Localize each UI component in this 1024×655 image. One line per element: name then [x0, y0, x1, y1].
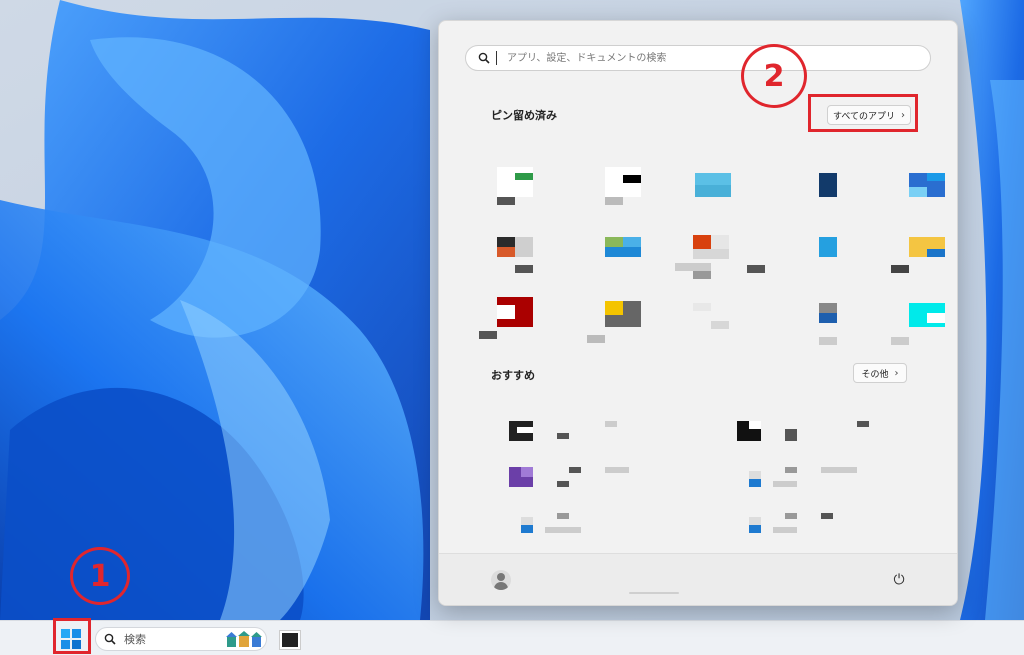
recommended-item[interactable]	[521, 511, 721, 541]
annotation-all-apps-highlight	[808, 94, 918, 132]
search-icon	[104, 633, 116, 645]
drag-handle	[629, 592, 679, 594]
pinned-app[interactable]	[891, 161, 957, 221]
pinned-app[interactable]	[587, 161, 657, 221]
pinned-app[interactable]	[587, 231, 657, 291]
pinned-app[interactable]	[479, 161, 549, 221]
search-icon	[478, 52, 490, 64]
pinned-app[interactable]	[891, 299, 957, 359]
pinned-app[interactable]	[679, 161, 749, 221]
recommended-item[interactable]	[509, 419, 709, 449]
annotation-step-1-label: 1	[89, 558, 111, 594]
start-menu-footer: ⏻	[439, 553, 957, 605]
taskbar-search-box[interactable]: 検索	[95, 627, 267, 651]
start-search-input[interactable]	[505, 51, 909, 65]
pinned-app[interactable]	[479, 231, 549, 291]
chevron-right-icon: ›	[894, 367, 899, 379]
annotation-start-highlight	[53, 618, 91, 654]
search-highlight-icon	[226, 631, 262, 647]
annotation-step-2: 2	[741, 44, 807, 108]
pinned-app[interactable]	[891, 231, 957, 291]
user-icon[interactable]	[491, 570, 511, 590]
pinned-app[interactable]	[801, 161, 871, 221]
pinned-app[interactable]	[801, 299, 871, 359]
text-cursor	[496, 51, 497, 65]
recommended-title: おすすめ	[491, 369, 535, 382]
pinned-app[interactable]	[587, 299, 657, 359]
pinned-app[interactable]	[801, 231, 871, 291]
taskbar-app-icon[interactable]	[280, 631, 300, 649]
power-icon[interactable]: ⏻	[891, 572, 907, 588]
recommended-item[interactable]	[749, 511, 949, 541]
recommended-item[interactable]	[749, 465, 949, 495]
recommended-item[interactable]	[737, 419, 937, 449]
taskbar: 検索	[0, 620, 1024, 655]
annotation-step-1: 1	[70, 547, 130, 605]
more-label: その他	[861, 369, 889, 380]
taskbar-search-label: 検索	[124, 633, 146, 646]
pinned-app[interactable]	[675, 231, 765, 291]
start-search-box[interactable]	[465, 45, 931, 71]
annotation-step-2-label: 2	[763, 58, 785, 94]
recommended-item[interactable]	[509, 465, 709, 495]
pinned-app[interactable]	[479, 297, 549, 359]
pinned-app[interactable]	[679, 299, 749, 359]
pinned-title: ピン留め済み	[491, 109, 557, 122]
more-button[interactable]: その他 ›	[853, 363, 907, 383]
